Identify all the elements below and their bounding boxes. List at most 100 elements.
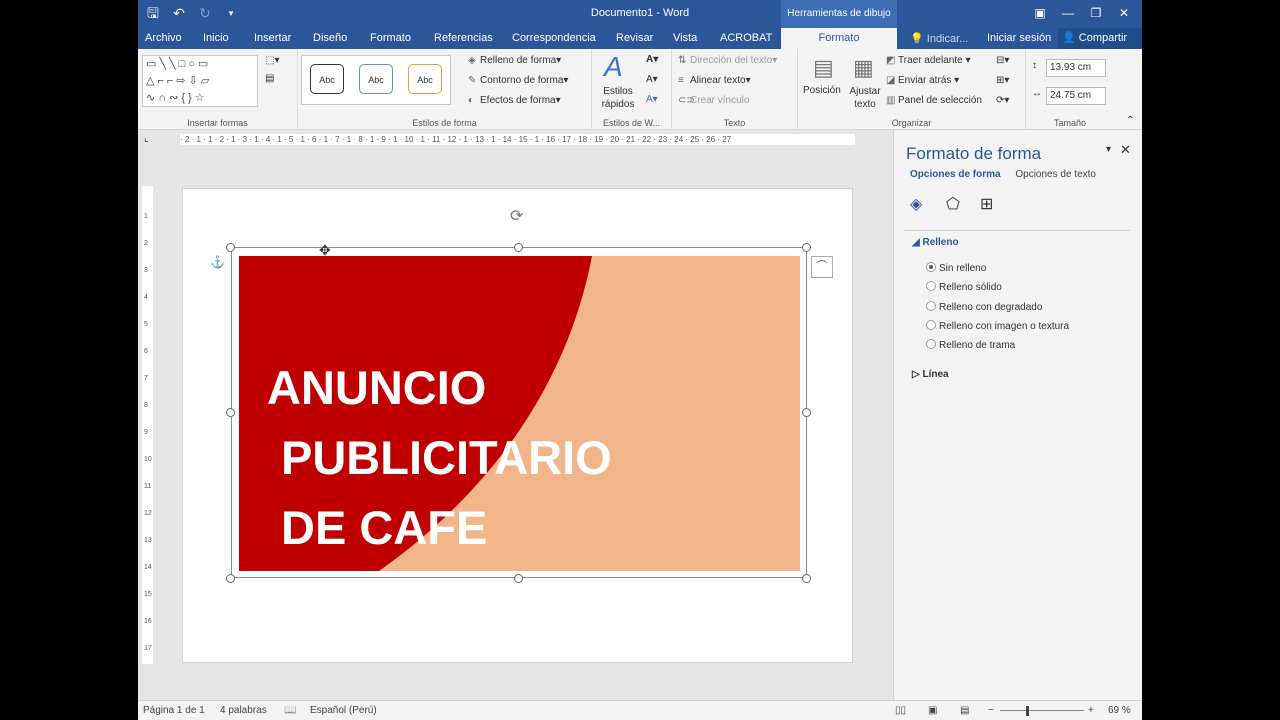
tab-acrobat[interactable]: ACROBAT	[720, 32, 772, 44]
resize-handle[interactable]	[226, 243, 235, 252]
tab-diseno[interactable]: Diseño	[313, 32, 347, 44]
signin-link[interactable]: Iniciar sesión	[987, 32, 1051, 44]
position-icon: ▤	[813, 55, 834, 80]
quick-styles-button[interactable]: Estilos rápidos	[594, 85, 642, 111]
resize-handle[interactable]	[226, 408, 235, 417]
zoom-level[interactable]: 69 %	[1108, 705, 1131, 716]
fill-line-icon[interactable]: ◈	[910, 194, 922, 214]
align-icon[interactable]: ⊟▾	[996, 55, 1009, 66]
ruler-tick-label: 10	[144, 456, 152, 463]
vertical-ruler[interactable]: 1 2 3 4 5 6 7 8 9 10 11 12 13 14 15 16 17	[142, 186, 153, 664]
style-thumb[interactable]: Abc	[408, 64, 442, 94]
resize-handle[interactable]	[802, 408, 811, 417]
text-outline-icon[interactable]: A▾	[646, 74, 658, 85]
rotate-icon[interactable]: ⟳▾	[996, 95, 1009, 106]
read-mode-icon[interactable]: ▯▯	[895, 705, 906, 716]
tab-formato[interactable]: Formato	[370, 32, 411, 44]
tab-archivo[interactable]: Archivo	[145, 32, 182, 44]
layout-options-icon[interactable]: ⌒	[811, 256, 833, 278]
context-tab-group: Herramientas de dibujo	[781, 0, 897, 28]
wrap-text-icon: ▦	[853, 55, 874, 80]
tab-insertar[interactable]: Insertar	[254, 32, 291, 44]
selection-pane-button[interactable]: ▥ Panel de selección	[886, 95, 982, 106]
tab-text-options[interactable]: Opciones de texto	[1015, 169, 1096, 180]
pane-options-icon[interactable]: ▾	[1106, 144, 1111, 155]
edit-shape-icon[interactable]: ⬚▾	[265, 55, 279, 66]
selection-pane-label: Panel de selección	[898, 95, 982, 106]
effects-icon: ◐	[468, 95, 475, 106]
line-section-header[interactable]: ▷ Línea	[912, 369, 949, 380]
textbox-icon[interactable]: ▤	[265, 73, 274, 84]
tab-vista[interactable]: Vista	[673, 32, 697, 44]
bring-forward-button[interactable]: ◩ Traer adelante ▾	[886, 55, 970, 66]
group-label: Insertar formas	[187, 118, 248, 128]
zoom-slider-thumb[interactable]	[1026, 706, 1029, 716]
share-button[interactable]: 👤 Compartir	[1058, 28, 1142, 49]
selection-pane-icon: ▥	[886, 95, 896, 106]
resize-handle[interactable]	[514, 574, 523, 583]
fill-option[interactable]: Sin relleno	[926, 262, 986, 274]
position-button[interactable]: Posición	[803, 85, 841, 96]
create-link-button[interactable]: ⊂⊃Crear vínculo	[678, 95, 749, 106]
style-thumb[interactable]: Abc	[310, 64, 344, 94]
tab-correspondencia[interactable]: Correspondencia	[512, 32, 596, 44]
proofing-icon[interactable]: 📖	[284, 705, 296, 716]
minimize-icon[interactable]: —	[1054, 3, 1082, 23]
text-effects-icon[interactable]: A▾	[646, 94, 658, 105]
pane-title: Formato de forma	[906, 144, 1042, 163]
shape-effects-button[interactable]: ◐ Efectos de forma▾	[468, 95, 561, 106]
height-input[interactable]: 13.93 cm	[1046, 59, 1106, 77]
web-layout-icon[interactable]: ▤	[960, 705, 969, 716]
window-controls: ▣ — ❐ ✕	[1026, 3, 1138, 23]
layout-properties-icon[interactable]: ⊞	[980, 194, 993, 214]
language[interactable]: Español (Perú)	[310, 705, 377, 716]
ad-banner-shape[interactable]: ANUNCIO PUBLICITARIO DE CAFE	[239, 256, 800, 571]
resize-handle[interactable]	[226, 574, 235, 583]
text-direction-button[interactable]: ⇅ Dirección del texto▾	[678, 55, 777, 66]
ruler-tick-label: 1	[144, 213, 148, 220]
share-label: Compartir	[1078, 32, 1128, 44]
horizontal-ruler[interactable]: · 2 · 1 · 1 · 2 · 1 · 3 · 1 · 4 · 1 · 5 …	[180, 134, 855, 145]
width-input[interactable]: 24.75 cm	[1046, 87, 1106, 105]
text-fill-icon[interactable]: A▾	[646, 54, 658, 65]
resize-handle[interactable]	[802, 574, 811, 583]
rotate-handle-icon[interactable]: ⟳	[510, 206, 523, 226]
collapse-ribbon-icon[interactable]: ⌃	[1126, 115, 1134, 126]
zoom-in-icon[interactable]: +	[1088, 705, 1094, 716]
shape-fill-button[interactable]: ◈ Relleno de forma▾	[468, 55, 561, 66]
restore-icon[interactable]: ❐	[1082, 3, 1110, 23]
zoom-slider[interactable]	[1000, 710, 1084, 711]
send-backward-button[interactable]: ◪ Enviar atrás ▾	[886, 75, 959, 86]
tab-formato-dibujo[interactable]: Formato	[781, 28, 897, 49]
fill-option[interactable]: Relleno con imagen o textura	[926, 320, 1069, 332]
wordart-a-icon[interactable]: A	[604, 51, 623, 83]
group-icon[interactable]: ⊞▾	[996, 75, 1009, 86]
print-layout-icon[interactable]: ▣	[928, 705, 937, 716]
fill-option[interactable]: Relleno sólido	[926, 281, 1002, 293]
align-text-button[interactable]: ≡ Alinear texto▾	[678, 75, 751, 86]
ruler-tick-label: 14	[144, 564, 152, 571]
wrap-text-button[interactable]: Ajustar texto	[847, 85, 883, 111]
tab-selector-icon[interactable]: ⌞	[144, 133, 149, 144]
word-count[interactable]: 4 palabras	[220, 705, 267, 716]
style-thumb[interactable]: Abc	[359, 64, 393, 94]
tab-shape-options[interactable]: Opciones de forma	[910, 169, 1001, 180]
ribbon-display-icon[interactable]: ▣	[1026, 3, 1054, 23]
page-count[interactable]: Página 1 de 1	[143, 705, 205, 716]
shape-gallery[interactable]: ▭╲╲□○▭ △⌐⌐⇨⇩▱ ∿∩∾{}☆	[142, 55, 258, 107]
pane-close-icon[interactable]: ✕	[1120, 142, 1131, 158]
tab-referencias[interactable]: Referencias	[434, 32, 493, 44]
effects-pentagon-icon[interactable]: ⬠	[946, 194, 960, 214]
resize-handle[interactable]	[802, 243, 811, 252]
fill-option[interactable]: Relleno con degradado	[926, 301, 1042, 313]
zoom-out-icon[interactable]: −	[988, 705, 994, 716]
tab-inicio[interactable]: Inicio	[203, 32, 229, 44]
resize-handle[interactable]	[514, 243, 523, 252]
close-icon[interactable]: ✕	[1110, 3, 1138, 23]
tab-revisar[interactable]: Revisar	[616, 32, 653, 44]
shape-outline-button[interactable]: ✎ Contorno de forma▾	[468, 75, 568, 86]
fill-option[interactable]: Relleno de trama	[926, 339, 1015, 351]
tell-me-search[interactable]: 💡 Indicar...	[910, 32, 968, 45]
fill-section-header[interactable]: ◢ Relleno	[912, 237, 959, 248]
paint-bucket-icon: ◈	[468, 55, 476, 66]
